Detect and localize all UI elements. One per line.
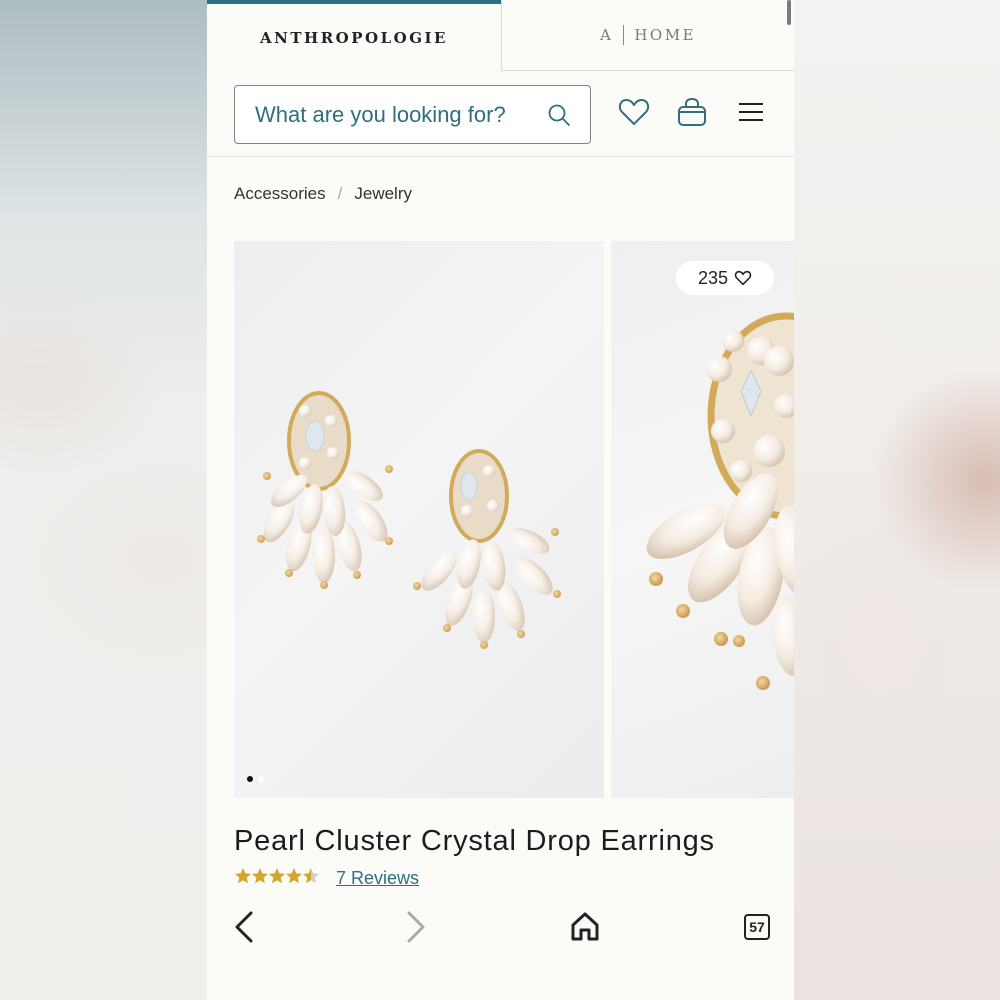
tab-home[interactable]: A HOME bbox=[501, 0, 794, 71]
product-image-main[interactable] bbox=[234, 241, 604, 798]
star-rating[interactable] bbox=[234, 867, 320, 890]
brand-tabs: ANTHROPOLOGIE A HOME bbox=[207, 0, 794, 71]
heart-outline-icon bbox=[734, 270, 752, 286]
browser-toolbar: 57 bbox=[207, 895, 794, 1000]
heart-icon[interactable] bbox=[617, 95, 651, 129]
tab-home-label: HOME bbox=[634, 26, 697, 44]
reviews-link[interactable]: 7 Reviews bbox=[336, 868, 419, 889]
product-gallery[interactable]: 235 bbox=[234, 241, 794, 798]
tab-home-prefix: A bbox=[599, 26, 614, 44]
search-icon[interactable] bbox=[546, 102, 572, 128]
background-right bbox=[794, 0, 1000, 1000]
earrings-photo bbox=[257, 391, 561, 649]
menu-icon[interactable] bbox=[734, 95, 768, 129]
product-rating: 7 Reviews bbox=[234, 867, 419, 890]
search-input[interactable]: What are you looking for? bbox=[234, 85, 591, 144]
search-row: What are you looking for? bbox=[207, 71, 794, 157]
home-icon[interactable] bbox=[565, 907, 605, 947]
phone-screen: ANTHROPOLOGIE A HOME What are you lookin… bbox=[207, 0, 794, 1000]
background-left bbox=[0, 0, 207, 1000]
favorites-count-pill[interactable]: 235 bbox=[676, 261, 774, 295]
tab-home-divider bbox=[623, 25, 625, 45]
product-title: Pearl Cluster Crystal Drop Earrings bbox=[234, 825, 715, 857]
scrollbar-indicator bbox=[787, 0, 791, 25]
gallery-pagination bbox=[247, 776, 264, 782]
back-arrow-icon[interactable] bbox=[227, 907, 267, 947]
breadcrumb-item-jewelry[interactable]: Jewelry bbox=[354, 184, 412, 203]
search-placeholder: What are you looking for? bbox=[255, 102, 506, 127]
product-image-secondary[interactable] bbox=[611, 241, 794, 798]
tab-anthropologie[interactable]: ANTHROPOLOGIE bbox=[207, 0, 501, 71]
tabs-count: 57 bbox=[749, 919, 765, 935]
right-earring bbox=[413, 449, 561, 649]
tabs-count-icon[interactable]: 57 bbox=[744, 914, 770, 940]
forward-arrow-icon[interactable] bbox=[395, 907, 435, 947]
stars-icon bbox=[235, 868, 319, 884]
earring-closeup-photo bbox=[646, 312, 794, 690]
breadcrumb-separator: / bbox=[337, 184, 343, 203]
gallery-dot[interactable] bbox=[258, 776, 264, 782]
gallery-dot-active[interactable] bbox=[247, 776, 253, 782]
left-earring bbox=[257, 391, 393, 589]
favorites-count: 235 bbox=[697, 267, 729, 288]
tab-anthropologie-label: ANTHROPOLOGIE bbox=[260, 28, 448, 47]
shopping-bag-icon[interactable] bbox=[675, 95, 709, 129]
breadcrumb: Accessories / Jewelry bbox=[234, 184, 412, 204]
breadcrumb-item-accessories[interactable]: Accessories bbox=[234, 184, 326, 203]
